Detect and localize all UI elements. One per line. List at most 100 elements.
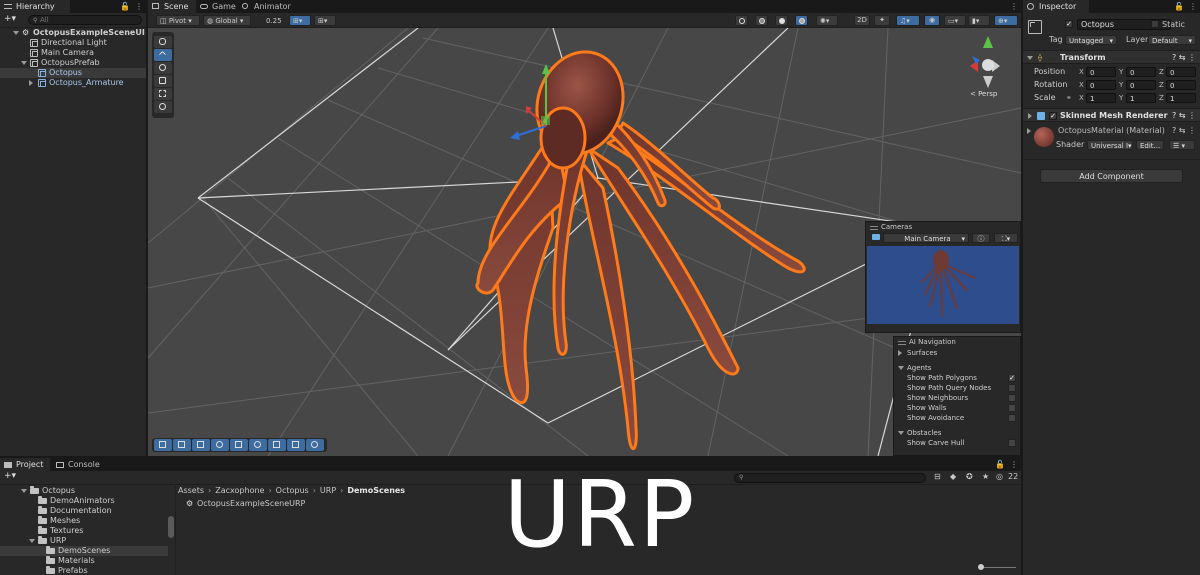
transform-header[interactable]: ⟠ Transform ? ⇆ ⋮ — [1023, 50, 1200, 64]
static-checkbox[interactable] — [1151, 20, 1159, 28]
component-tools[interactable]: ? ⇆ ⋮ — [1172, 109, 1196, 123]
shading-shaded-button[interactable] — [795, 15, 808, 26]
ai-nav-option[interactable]: Show Carve Hull — [894, 438, 1020, 448]
hierarchy-row[interactable]: Main Camera — [0, 48, 146, 58]
zoom-slider-handle[interactable] — [978, 564, 984, 570]
breadcrumb-item[interactable]: DemoScenes — [347, 486, 405, 495]
mesh-renderer-enabled-checkbox[interactable]: ✓ — [1049, 112, 1057, 120]
scale-y-field[interactable]: 1 — [1126, 93, 1156, 103]
ai-nav-option[interactable]: Show Path Query Nodes — [894, 383, 1020, 393]
grid-snap-toggle[interactable]: ⊞▾ — [289, 15, 311, 26]
camera-icon[interactable] — [287, 439, 305, 451]
asset-item[interactable]: ⚙ OctopusExampleSceneURP — [186, 499, 1011, 509]
shading-unlit-button[interactable] — [775, 15, 788, 26]
project-folder-row[interactable]: DemoAnimators — [0, 496, 168, 506]
view-tool-button[interactable] — [154, 36, 172, 48]
tab-project[interactable]: Project — [0, 458, 50, 471]
foldout-icon[interactable] — [29, 80, 33, 86]
tag-dropdown[interactable]: Untagged ▾ — [1065, 35, 1117, 45]
option-checkbox[interactable] — [1008, 439, 1016, 447]
foldout-icon[interactable] — [13, 31, 19, 35]
rect-tool-button[interactable] — [154, 88, 172, 100]
foldout-icon[interactable] — [21, 489, 27, 493]
2d-toggle[interactable]: 2D — [854, 15, 870, 26]
camera-dropdown[interactable]: Main Camera ▾ — [883, 233, 969, 243]
audio-effects-dropdown[interactable]: ♫▾ — [896, 15, 920, 26]
increment-snap-toggle[interactable]: ⊞▾ — [314, 15, 336, 26]
hidden-objects-dropdown[interactable]: ▭▾ — [944, 15, 966, 26]
transform-icon[interactable] — [268, 439, 286, 451]
hierarchy-row[interactable]: OctopusPrefab — [0, 58, 146, 68]
pan-icon[interactable] — [173, 439, 191, 451]
rotation-x-field[interactable]: 0 — [1086, 80, 1116, 90]
search-by-type-icon[interactable]: ⊟ — [934, 472, 941, 481]
add-button[interactable]: +▾ — [4, 14, 16, 24]
project-folder-row[interactable]: Textures — [0, 526, 168, 536]
lighting-toggle[interactable]: ✦ — [874, 15, 890, 26]
visibility-toggle[interactable]: ◉ — [924, 15, 940, 26]
position-z-field[interactable]: 0 — [1166, 67, 1196, 77]
breadcrumb-item[interactable]: Assets — [178, 486, 204, 495]
ai-nav-option[interactable]: Show Path Polygons ✓ — [894, 373, 1020, 383]
scene-viewport[interactable]: < Persp Cameras Main Camera ▾ ⓘ ⛶▾ AI Na… — [148, 28, 1021, 456]
hierarchy-row[interactable]: Directional Light — [0, 38, 146, 48]
hierarchy-row[interactable]: Octopus_Armature — [0, 78, 146, 88]
moon-icon[interactable] — [211, 439, 229, 451]
rotation-z-field[interactable]: 0 — [1166, 80, 1196, 90]
camera-info-button[interactable]: ⓘ — [972, 233, 990, 243]
foldout-icon[interactable] — [1027, 128, 1031, 134]
snap-increment-field[interactable]: 0.25 — [262, 15, 284, 26]
option-checkbox[interactable] — [1008, 414, 1016, 422]
pivot-dropdown[interactable]: ◫ Pivot ▾ — [156, 15, 200, 26]
link-icon[interactable]: ⚭ — [1066, 92, 1072, 104]
hierarchy-row[interactable]: Octopus — [0, 68, 146, 78]
add-component-button[interactable]: Add Component — [1040, 169, 1183, 183]
ai-nav-option[interactable]: Show Neighbours — [894, 393, 1020, 403]
project-folder-row[interactable]: Documentation — [0, 506, 168, 516]
ai-nav-option[interactable]: Show Avoidance — [894, 413, 1020, 423]
add-button[interactable]: +▾ — [4, 471, 16, 481]
project-tree-scrollbar[interactable] — [168, 516, 174, 538]
search-field[interactable]: ⚲ All — [28, 15, 142, 25]
project-folder-row[interactable]: Materials — [0, 556, 168, 566]
active-checkbox[interactable]: ✓ — [1065, 20, 1073, 28]
lock-icon[interactable]: 🔓 — [120, 2, 130, 11]
layers-icon[interactable] — [230, 439, 248, 451]
project-folder-row[interactable]: Meshes — [0, 516, 168, 526]
transform-tool-button[interactable] — [154, 101, 172, 113]
project-folder-row[interactable]: Prefabs — [0, 566, 168, 575]
project-folder-row[interactable]: DemoScenes — [0, 546, 168, 556]
option-checkbox[interactable]: ✓ — [1008, 374, 1016, 382]
tab-inspector[interactable]: Inspector — [1023, 0, 1089, 13]
camera-fit-button[interactable]: ⛶▾ — [994, 233, 1018, 243]
scale-x-field[interactable]: 1 — [1086, 93, 1116, 103]
lock-icon[interactable]: 🔓 — [1174, 2, 1184, 11]
grid-icon[interactable] — [192, 439, 210, 451]
search-icon[interactable] — [249, 439, 267, 451]
option-checkbox[interactable] — [1008, 404, 1016, 412]
more-icon[interactable]: ⋮ — [1010, 2, 1018, 11]
star-icon[interactable]: ★ — [982, 472, 989, 481]
camera-settings-dropdown[interactable]: ▮▾ — [968, 15, 990, 26]
search-by-label-icon[interactable]: ◆ — [950, 472, 956, 481]
tab-animator[interactable]: Animator — [238, 0, 294, 13]
global-dropdown[interactable]: ◍ Global ▾ — [203, 15, 251, 26]
shader-dropdown[interactable]: Universal I▾ — [1087, 140, 1133, 150]
rotation-y-field[interactable]: 0 — [1126, 80, 1156, 90]
shading-wireframe-button[interactable] — [735, 15, 748, 26]
breadcrumb-item[interactable]: URP — [320, 486, 336, 495]
shader-menu-dropdown[interactable]: ☰ ▾ — [1169, 140, 1195, 150]
foldout-icon[interactable] — [21, 61, 27, 65]
favorites-icon[interactable]: ✪ — [966, 472, 973, 481]
position-y-field[interactable]: 0 — [1126, 67, 1156, 77]
position-x-field[interactable]: 0 — [1086, 67, 1116, 77]
material-tools[interactable]: ? ⇆ ⋮ — [1172, 126, 1196, 135]
orbit-icon[interactable] — [306, 439, 324, 451]
move-tool-button[interactable] — [154, 49, 172, 61]
tab-game[interactable]: Game — [196, 0, 238, 13]
project-folder-row[interactable]: Octopus — [0, 486, 168, 496]
rotate-tool-button[interactable] — [154, 62, 172, 74]
tab-scene[interactable]: Scene — [148, 0, 196, 13]
layer-dropdown[interactable]: Default ▾ — [1148, 35, 1196, 45]
more-icon[interactable]: ⋮ — [135, 2, 143, 11]
